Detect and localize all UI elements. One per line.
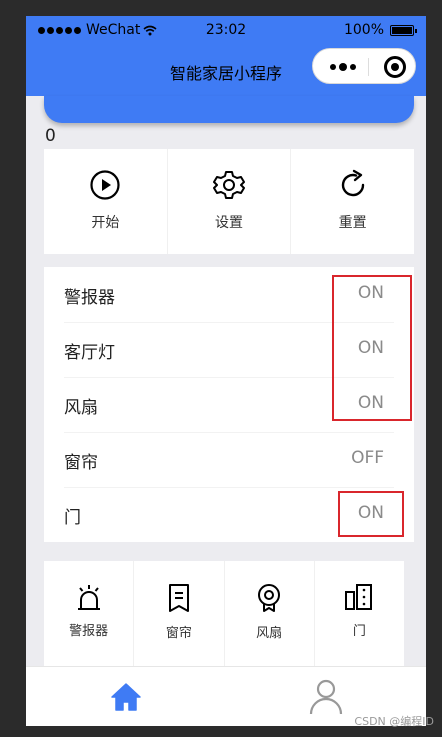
reset-label: 重置 [338,215,367,231]
device-state: OFF [351,448,384,468]
door-label: 门 [352,624,366,639]
device-control-panel: 警报器 窗帘 风扇 门 [44,561,404,666]
home-icon [111,683,141,711]
status-bar: WeChat 23:02 100% [26,16,426,44]
device-name: 警报器 [64,288,115,308]
more-icon[interactable] [327,49,359,85]
close-icon[interactable] [384,56,406,78]
device-name: 风扇 [64,398,98,418]
fan-button[interactable]: 风扇 [225,561,315,666]
tab-home[interactable] [26,667,226,726]
reset-button[interactable]: 重置 [291,149,414,254]
battery-icon [390,24,417,36]
highlight-box-on-states [332,275,412,421]
operation-panel: 开始 设置 重置 [44,149,414,254]
user-icon [309,679,343,715]
settings-button[interactable]: 设置 [168,149,292,254]
play-icon [90,170,120,200]
curtain-button[interactable]: 窗帘 [134,561,225,666]
fan-label: 风扇 [256,626,283,641]
door-button[interactable]: 门 [315,561,404,666]
top-bar: WeChat 23:02 100% 智能家居小程序 [26,16,426,96]
settings-label: 设置 [215,215,243,231]
mini-program-capsule [312,48,416,84]
counter-value: 0 [45,126,56,146]
capsule-divider [368,58,369,76]
refresh-icon [341,169,364,197]
status-row-curtain: 窗帘 OFF [64,432,394,488]
alarm-label: 警报器 [69,624,109,639]
header-banner [44,96,414,123]
curtain-label: 窗帘 [165,626,192,641]
device-name: 窗帘 [64,453,98,473]
gear-icon [213,171,245,199]
alarm-icon [77,585,100,610]
app-frame: WeChat 23:02 100% 智能家居小程序 0 开始 设置 重置 警报器… [26,16,426,726]
fan-icon [258,584,281,612]
start-label: 开始 [91,215,120,231]
watermark: CSDN @编程ID [354,715,434,728]
door-icon [345,584,373,610]
start-button[interactable]: 开始 [44,149,168,254]
device-name: 客厅灯 [64,343,115,363]
curtain-icon [168,584,189,612]
battery-percent: 100% [343,22,384,38]
highlight-box-door-state [338,491,404,537]
device-name: 门 [64,508,81,528]
alarm-button[interactable]: 警报器 [44,561,135,666]
